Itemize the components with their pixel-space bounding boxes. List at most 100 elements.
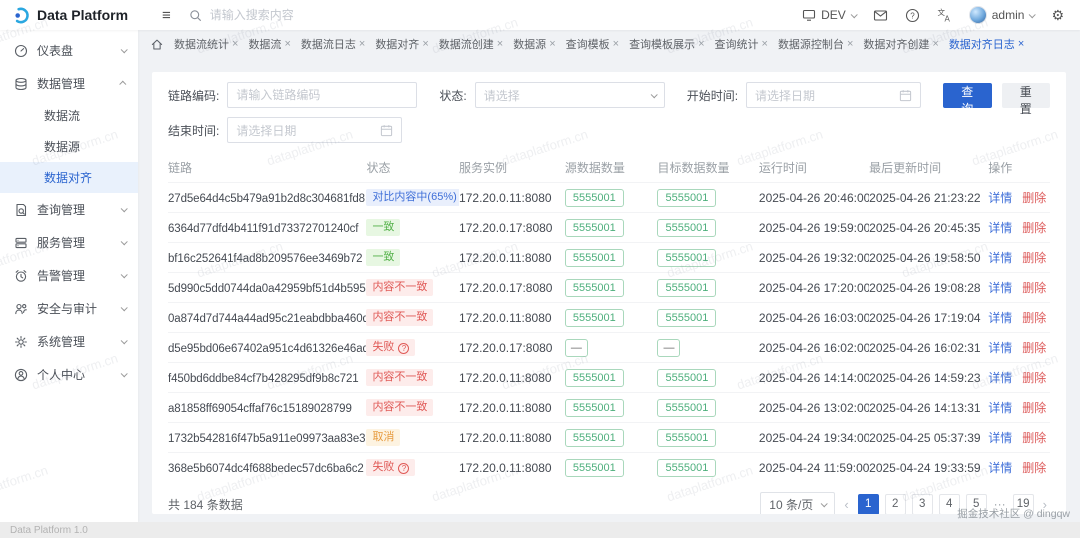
table-row: bf16c252641f4ad8b209576ee3469b72一致172.20… xyxy=(168,242,1050,272)
detail-link[interactable]: 详情 xyxy=(988,401,1012,415)
sidebar-item[interactable]: 系统管理 xyxy=(0,325,138,358)
tab-item[interactable]: 数据流统计× xyxy=(174,36,238,52)
user-menu[interactable]: admin xyxy=(969,6,1035,24)
link-code-input[interactable] xyxy=(227,82,417,108)
prev-page-button[interactable]: ‹ xyxy=(841,497,851,512)
delete-link[interactable]: 删除 xyxy=(1022,191,1046,205)
end-date-picker[interactable]: 请选择日期 xyxy=(227,117,402,143)
doc-search-icon xyxy=(14,203,28,217)
tab-item[interactable]: 数据对齐日志× xyxy=(949,36,1024,52)
table-cell: 1732b542816f47b5a911e09973aa83e3 xyxy=(168,431,366,445)
tab-label: 数据源控制台 xyxy=(778,36,844,52)
page-size-select[interactable]: 10 条/页 xyxy=(760,492,835,514)
sidebar-item[interactable]: 查询管理 xyxy=(0,193,138,226)
close-icon[interactable]: × xyxy=(1018,39,1024,50)
run-time: 2025-04-26 19:59:00 xyxy=(759,221,869,235)
table-cell: 368e5b6074dc4f688bedec57dc6ba6c2 xyxy=(168,461,366,475)
tab-item[interactable]: 数据流日志× xyxy=(301,36,365,52)
close-icon[interactable]: × xyxy=(613,39,619,50)
delete-link[interactable]: 删除 xyxy=(1022,281,1046,295)
close-icon[interactable]: × xyxy=(422,39,428,50)
sidebar-subitem[interactable]: 数据对齐 xyxy=(0,162,138,193)
delete-link[interactable]: 删除 xyxy=(1022,251,1046,265)
delete-link[interactable]: 删除 xyxy=(1022,341,1046,355)
sidebar-subitem[interactable]: 数据源 xyxy=(0,131,138,162)
sidebar-item[interactable]: 安全与审计 xyxy=(0,292,138,325)
reset-button[interactable]: 重置 xyxy=(1002,83,1050,108)
tab-item[interactable]: 数据源控制台× xyxy=(778,36,853,52)
tab-item[interactable]: 查询统计× xyxy=(715,36,768,52)
tab-label: 查询模板展示 xyxy=(629,36,695,52)
status-select[interactable]: 请选择 xyxy=(475,82,665,108)
tab-item[interactable]: 数据对齐× xyxy=(375,36,428,52)
filter-label: 状态: xyxy=(439,87,466,104)
delete-link[interactable]: 删除 xyxy=(1022,431,1046,445)
table-cell: 5555001 xyxy=(657,249,758,267)
page-button[interactable]: 2 xyxy=(885,494,906,515)
tab-item[interactable]: 查询模板展示× xyxy=(629,36,704,52)
detail-link[interactable]: 详情 xyxy=(988,371,1012,385)
sidebar-subitem-label: 数据流 xyxy=(44,107,80,124)
service-instance: 172.20.0.11:8080 xyxy=(459,191,552,205)
search-input[interactable] xyxy=(208,7,378,23)
search-button[interactable]: 查询 xyxy=(943,83,991,108)
detail-link[interactable]: 详情 xyxy=(988,251,1012,265)
delete-link[interactable]: 删除 xyxy=(1022,461,1046,475)
help-icon[interactable]: ? xyxy=(905,8,920,23)
detail-link[interactable]: 详情 xyxy=(988,221,1012,235)
close-icon[interactable]: × xyxy=(232,39,238,50)
sidebar: 仪表盘数据管理数据流数据源数据对齐查询管理服务管理告警管理安全与审计系统管理个人… xyxy=(0,30,138,522)
close-icon[interactable]: × xyxy=(847,39,853,50)
detail-link[interactable]: 详情 xyxy=(988,431,1012,445)
detail-link[interactable]: 详情 xyxy=(988,461,1012,475)
sidebar-item[interactable]: 服务管理 xyxy=(0,226,138,259)
sidebar-item[interactable]: 告警管理 xyxy=(0,259,138,292)
sidebar-item[interactable]: 个人中心 xyxy=(0,358,138,391)
mail-icon[interactable] xyxy=(873,9,888,22)
table-cell: 详情删除 xyxy=(988,399,1050,416)
table-cell: 6364d77dfd4b411f91d73372701240cf xyxy=(168,221,366,235)
table-cell: 2025-04-26 21:23:22 xyxy=(869,191,988,205)
tab-home[interactable] xyxy=(150,38,164,51)
close-icon[interactable]: × xyxy=(762,39,768,50)
detail-link[interactable]: 详情 xyxy=(988,341,1012,355)
delete-link[interactable]: 删除 xyxy=(1022,221,1046,235)
tab-item[interactable]: 查询模板× xyxy=(566,36,619,52)
close-icon[interactable]: × xyxy=(698,39,704,50)
translate-icon[interactable]: 文A xyxy=(937,8,952,23)
close-icon[interactable]: × xyxy=(932,39,938,50)
sidebar-subitem[interactable]: 数据流 xyxy=(0,100,138,131)
delete-link[interactable]: 删除 xyxy=(1022,311,1046,325)
source-count-badge: 5555001 xyxy=(565,279,624,297)
env-selector[interactable]: DEV xyxy=(802,8,856,22)
tab-item[interactable]: 数据对齐创建× xyxy=(863,36,938,52)
close-icon[interactable]: × xyxy=(497,39,503,50)
close-icon[interactable]: × xyxy=(549,39,555,50)
tab-item[interactable]: 数据流创建× xyxy=(439,36,503,52)
detail-link[interactable]: 详情 xyxy=(988,311,1012,325)
tab-item[interactable]: 数据源× xyxy=(513,36,555,52)
page-button[interactable]: 3 xyxy=(912,494,933,515)
table-cell: 2025-04-26 16:02:31 xyxy=(869,341,988,355)
target-count-badge: 5555001 xyxy=(657,249,716,267)
menu-icon[interactable]: ≡ xyxy=(162,8,171,23)
table-cell: 2025-04-26 19:58:50 xyxy=(869,251,988,265)
detail-link[interactable]: 详情 xyxy=(988,191,1012,205)
close-icon[interactable]: × xyxy=(359,39,365,50)
link-id: d5e95bd06e67402a951c4d61326e46ad xyxy=(168,343,366,355)
gear-icon[interactable]: ⚙ xyxy=(1051,8,1064,22)
sidebar-item[interactable]: 数据管理 xyxy=(0,67,138,100)
sidebar-item[interactable]: 仪表盘 xyxy=(0,34,138,67)
table-cell: 172.20.0.11:8080 xyxy=(459,461,565,475)
page-button[interactable]: 1 xyxy=(858,494,879,515)
last-updated: 2025-04-26 14:59:23 xyxy=(869,371,980,385)
table-cell: 详情删除 xyxy=(988,339,1050,356)
delete-link[interactable]: 删除 xyxy=(1022,371,1046,385)
start-date-picker[interactable]: 请选择日期 xyxy=(746,82,921,108)
tab-item[interactable]: 数据流× xyxy=(248,36,290,52)
detail-link[interactable]: 详情 xyxy=(988,281,1012,295)
delete-link[interactable]: 删除 xyxy=(1022,401,1046,415)
close-icon[interactable]: × xyxy=(284,39,290,50)
chevron-down-icon xyxy=(121,46,128,53)
table-cell: 失败? xyxy=(366,339,459,357)
